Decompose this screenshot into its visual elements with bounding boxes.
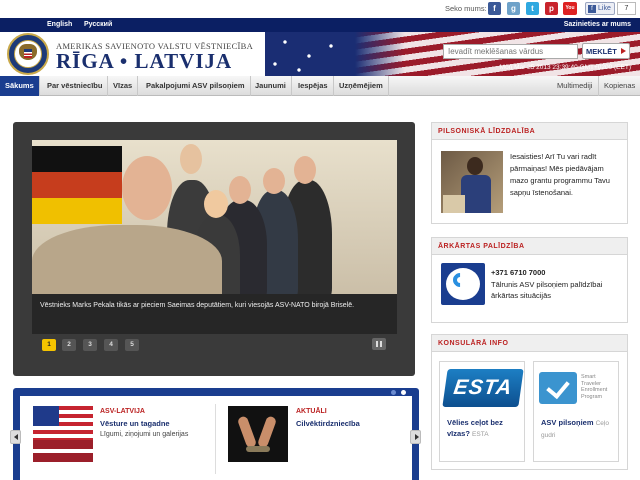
card-subtitle: Līgumi, ziņojumi un galerijas bbox=[100, 431, 189, 438]
hand-image bbox=[236, 415, 258, 449]
hand-image bbox=[256, 415, 278, 449]
slider-page-3[interactable]: 3 bbox=[83, 339, 97, 351]
nav-item-about[interactable]: Par vēstniecību bbox=[42, 76, 109, 96]
hero-slider: Vēstnieks Marks Pekala tikās ar pieciem … bbox=[13, 122, 415, 376]
card-title[interactable]: Vēsture un tagadne bbox=[100, 419, 170, 428]
carousel-inner: ASV-LATVIJA Vēsture un tagadne Līgumi, z… bbox=[20, 396, 412, 480]
nav-item-citizen-services[interactable]: Pakalpojumi ASV pilsoņiem bbox=[141, 76, 251, 96]
slide-caption: Vēstnieks Marks Pekala tikās ar pieciem … bbox=[32, 294, 397, 334]
main-nav: Sākums Par vēstniecību Vīzas Pakalpojumi… bbox=[0, 76, 640, 96]
datetime-display: Mon Mar 25 2013 23:39:40 GMT+0200 (EET) bbox=[499, 64, 631, 71]
twitter-icon[interactable]: t bbox=[526, 2, 539, 15]
facebook-icon[interactable]: f bbox=[488, 2, 501, 15]
civic-photo[interactable] bbox=[441, 151, 503, 213]
person-head bbox=[180, 144, 202, 174]
slider-page-1[interactable]: 1 bbox=[42, 339, 56, 351]
civic-text: Iesaisties! Arī Tu vari radīt pārmaiņas!… bbox=[510, 152, 610, 197]
flag-canton bbox=[33, 406, 59, 426]
card-tag: ASV-LATVIJA bbox=[100, 408, 145, 415]
slider-page-2[interactable]: 2 bbox=[62, 339, 76, 351]
follow-label: Seko mums: bbox=[445, 4, 487, 13]
facebook-like-button[interactable]: f Like bbox=[585, 2, 615, 15]
language-russian[interactable]: Русский bbox=[84, 21, 112, 28]
nav-item-business[interactable]: Uzņēmējiem bbox=[334, 76, 389, 96]
search-button-label: MEKLĒT bbox=[586, 46, 617, 56]
step-card[interactable]: Smart Traveler Enrollment Program ASV pi… bbox=[533, 361, 619, 462]
esta-logo: ESTA bbox=[442, 369, 524, 407]
emergency-text: Tālrunis ASV pilsoņiem palīdzībai ārkārt… bbox=[491, 280, 603, 300]
person-figure bbox=[461, 175, 491, 213]
emergency-panel: ĀRKĀRTAS PALĪDZĪBA +371 6710 7000 Tālrun… bbox=[431, 237, 628, 323]
person-head bbox=[263, 168, 285, 194]
embassy-seal-icon[interactable] bbox=[7, 33, 49, 75]
search-input[interactable] bbox=[443, 44, 578, 59]
slide-photo[interactable] bbox=[32, 140, 397, 294]
pause-icon[interactable] bbox=[372, 338, 386, 350]
trafficking-image[interactable] bbox=[228, 406, 288, 462]
site-title[interactable]: RĪGA • LATVIJA bbox=[56, 49, 232, 74]
backdrop-red bbox=[32, 172, 122, 198]
backdrop-black bbox=[32, 146, 122, 172]
feature-carousel: ASV-LATVIJA Vēsture un tagadne Līgumi, z… bbox=[13, 388, 419, 480]
backdrop-yellow bbox=[32, 198, 122, 224]
esta-card[interactable]: ESTA Vēlies ceļot bez vīzas? ESTA bbox=[439, 361, 525, 462]
nav-item-communities[interactable]: Kopienas bbox=[598, 76, 635, 96]
card-tag: AKTUĀLI bbox=[296, 408, 327, 415]
like-label: Like bbox=[598, 5, 611, 12]
person-head bbox=[229, 176, 251, 204]
check-icon bbox=[539, 372, 577, 404]
language-english[interactable]: English bbox=[47, 21, 72, 28]
facebook-icon: f bbox=[588, 5, 596, 13]
person-figure bbox=[32, 225, 222, 294]
language-bar: English Русский Sazinieties ar mums bbox=[0, 18, 640, 32]
google-plus-icon[interactable]: g bbox=[507, 2, 520, 15]
card-title[interactable]: Cilvēktirdzniecība bbox=[296, 419, 360, 428]
nav-item-news[interactable]: Jaunumi bbox=[250, 76, 292, 96]
step-link-text: ASV pilsoņiem bbox=[541, 418, 594, 427]
person-head bbox=[204, 190, 228, 218]
rope-image bbox=[246, 446, 270, 452]
arrow-right-icon bbox=[621, 48, 626, 54]
latvian-flag-image bbox=[33, 440, 93, 462]
step-link[interactable]: ASV pilsoņiem Ceļo gudri bbox=[541, 417, 617, 441]
us-flag-image[interactable] bbox=[33, 406, 93, 462]
nav-item-multimedia[interactable]: Multimediji bbox=[557, 76, 592, 96]
slider-page-5[interactable]: 5 bbox=[125, 339, 139, 351]
step-logo-text: Smart Traveler Enrollment Program bbox=[581, 374, 608, 400]
search-button[interactable]: MEKLĒT bbox=[582, 43, 630, 59]
esta-suffix: ESTA bbox=[472, 431, 489, 438]
social-strip: Seko mums: f g t p You f Like 7 bbox=[0, 0, 640, 18]
panel-title: PILSONISKĀ LĪDZDALĪBA bbox=[432, 123, 627, 140]
carousel-next-button[interactable] bbox=[410, 430, 421, 444]
carousel-prev-button[interactable] bbox=[10, 430, 21, 444]
nav-item-visas[interactable]: Vīzas bbox=[108, 76, 139, 96]
carousel-dot-1[interactable] bbox=[391, 390, 396, 395]
table-image bbox=[443, 195, 465, 213]
panel-title: ĀRKĀRTAS PALĪDZĪBA bbox=[432, 238, 627, 255]
like-count: 7 bbox=[617, 2, 636, 15]
phone-icon[interactable] bbox=[441, 263, 485, 305]
carousel-dot-2[interactable] bbox=[401, 390, 406, 395]
contact-link[interactable]: Sazinieties ar mums bbox=[564, 21, 631, 28]
shield-icon bbox=[24, 49, 32, 58]
emergency-phone[interactable]: +371 6710 7000 bbox=[491, 268, 545, 277]
person-head bbox=[122, 156, 172, 220]
nav-item-home[interactable]: Sākums bbox=[0, 76, 40, 96]
nav-item-opportunities[interactable]: Iespējas bbox=[293, 76, 334, 96]
person-head bbox=[467, 157, 483, 175]
esta-link[interactable]: Vēlies ceļot bez vīzas? ESTA bbox=[447, 417, 521, 440]
civic-participation-panel: PILSONISKĀ LĪDZDALĪBA Iesaisties! Arī Tu… bbox=[431, 122, 628, 224]
slider-page-4[interactable]: 4 bbox=[104, 339, 118, 351]
youtube-icon[interactable]: You bbox=[563, 2, 577, 15]
panel-title: KONSULĀRĀ INFO bbox=[432, 335, 627, 352]
card-divider bbox=[215, 404, 216, 474]
pinterest-icon[interactable]: p bbox=[545, 2, 558, 15]
person-head bbox=[294, 156, 316, 184]
